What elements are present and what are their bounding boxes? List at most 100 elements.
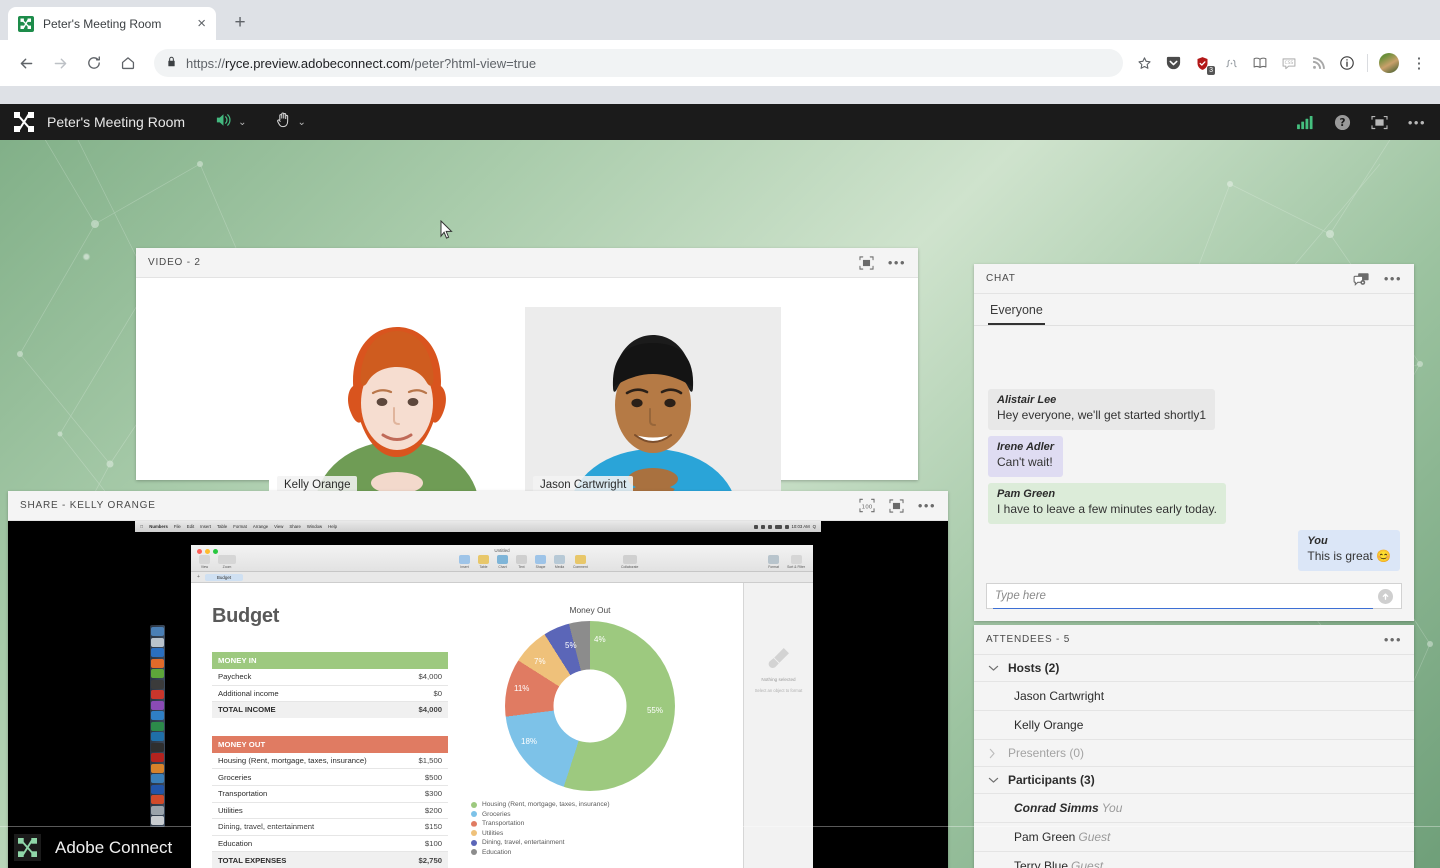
info-circle-icon[interactable] [1338, 54, 1356, 72]
zoom-level-icon[interactable]: 100 [859, 498, 875, 513]
table-header: MONEY OUT [212, 736, 448, 753]
menu-item-table[interactable]: Table [217, 524, 227, 529]
menu-item-arrange[interactable]: Arrange [253, 524, 268, 529]
dock-app-icon[interactable] [151, 732, 164, 741]
menu-item-window[interactable]: Window [307, 524, 322, 529]
insert-tool[interactable]: Insert [459, 555, 470, 569]
attendee-row[interactable]: Kelly Orange [974, 711, 1414, 740]
dock-app-icon[interactable] [151, 690, 164, 699]
menu-item-file[interactable]: File [174, 524, 181, 529]
css-viewer-icon[interactable]: CSS [1280, 54, 1298, 72]
menu-item-numbers[interactable]: Numbers [149, 524, 168, 529]
dock-app-icon[interactable] [151, 638, 164, 647]
shape-tool[interactable]: Shape [535, 555, 546, 569]
chat-input-container[interactable] [986, 583, 1402, 609]
fullscreen-icon[interactable] [1371, 115, 1388, 130]
tab-close-icon[interactable]: × [197, 16, 206, 31]
menu-item-format[interactable]: Format [233, 524, 247, 529]
ublock-origin-icon[interactable]: 3 [1193, 54, 1211, 72]
browser-tab[interactable]: Peter's Meeting Room × [8, 7, 216, 40]
attendee-group-hosts[interactable]: Hosts (2) [974, 655, 1414, 682]
tab-everyone[interactable]: Everyone [988, 300, 1045, 325]
expand-icon[interactable] [859, 256, 874, 270]
spotlight-icon[interactable]: Q [813, 524, 816, 529]
dock-app-icon[interactable] [151, 795, 164, 804]
more-options-icon[interactable]: ••• [1384, 633, 1402, 646]
attendee-role: You [1102, 801, 1123, 815]
rss-feed-icon[interactable] [1309, 54, 1327, 72]
video-tile[interactable]: Kelly Orange [269, 307, 525, 503]
connection-status-icon[interactable] [1297, 115, 1314, 130]
attendee-group-participants[interactable]: Participants (3) [974, 767, 1414, 794]
back-button[interactable] [12, 49, 40, 77]
view-tool[interactable]: View [199, 555, 210, 569]
reload-button[interactable] [80, 49, 108, 77]
sheet-tab-budget[interactable]: Budget [205, 574, 243, 581]
comment-tool[interactable]: Comment [573, 555, 588, 569]
message-author: Alistair Lee [997, 394, 1206, 406]
bookmark-star-icon[interactable] [1135, 54, 1153, 72]
forward-button[interactable] [46, 49, 74, 77]
code-brackets-icon[interactable] [1222, 54, 1240, 72]
more-options-icon[interactable]: ••• [1384, 272, 1402, 285]
new-tab-button[interactable]: + [226, 9, 254, 37]
menu-item-help[interactable]: Help [328, 524, 337, 529]
slice-label-dining: 5% [565, 641, 577, 650]
dock-app-icon[interactable] [151, 680, 164, 689]
speaker-control[interactable]: ⌄ [215, 112, 246, 133]
profile-avatar[interactable] [1379, 53, 1399, 73]
raise-hand-control[interactable]: ⌄ [276, 111, 305, 133]
attendee-row[interactable]: Jason Cartwright [974, 682, 1414, 711]
menu-item-insert[interactable]: Insert [200, 524, 211, 529]
dictionary-icon[interactable] [1251, 54, 1269, 72]
url-bar[interactable]: https://ryce.preview.adobeconnect.com/pe… [154, 49, 1123, 77]
dock-app-icon[interactable] [151, 774, 164, 783]
dock-trash-icon[interactable] [151, 816, 164, 825]
menu-item-view[interactable]: View [274, 524, 283, 529]
attendee-group-presenters[interactable]: Presenters (0) [974, 740, 1414, 767]
format-tool[interactable]: Format [768, 555, 779, 569]
browser-menu-button[interactable]: ⋮ [1410, 54, 1428, 72]
shared-screen[interactable]:  Numbers File Edit Insert Table Format … [8, 521, 948, 868]
zoom-tool[interactable]: Zoom [218, 555, 236, 569]
menu-item-edit[interactable]: Edit [187, 524, 194, 529]
dock-app-icon[interactable] [151, 669, 164, 678]
send-arrow-icon[interactable] [1378, 589, 1393, 604]
chat-input[interactable] [995, 590, 1378, 602]
apple-menu-icon[interactable]:  [140, 524, 143, 529]
speaker-chevron-down-icon[interactable]: ⌄ [238, 117, 246, 128]
money-out-chart[interactable]: Money Out 55% 18% 11% 7% 5% 4% [465, 605, 715, 856]
more-options-icon[interactable]: ••• [1408, 116, 1426, 129]
media-tool[interactable]: Media [554, 555, 565, 569]
share-pod-actions: 100 ••• [859, 498, 936, 513]
dock-app-icon[interactable] [151, 627, 164, 636]
new-chat-icon[interactable] [1353, 272, 1370, 286]
dock-app-icon[interactable] [151, 743, 164, 752]
more-options-icon[interactable]: ••• [918, 499, 936, 512]
table-row: Housing (Rent, mortgage, taxes, insuranc… [212, 753, 448, 769]
dock-app-icon[interactable] [151, 648, 164, 657]
dock-app-icon[interactable] [151, 701, 164, 710]
dock-app-icon[interactable] [151, 785, 164, 794]
sort-filter-tool[interactable]: Sort & Filter [787, 555, 805, 569]
add-sheet-icon[interactable]: + [197, 574, 200, 580]
hand-chevron-down-icon[interactable]: ⌄ [297, 117, 305, 128]
menu-item-share[interactable]: Share [289, 524, 300, 529]
dock-app-icon[interactable] [151, 753, 164, 762]
help-icon[interactable]: ? [1334, 114, 1351, 131]
chart-tool[interactable]: Chart [497, 555, 508, 569]
attendee-row[interactable]: Conrad SimmsYou [974, 794, 1414, 823]
expand-icon[interactable] [889, 499, 904, 513]
dock-app-icon[interactable] [151, 722, 164, 731]
collaborate-tool[interactable]: Collaborate [621, 555, 638, 569]
table-tool[interactable]: Table [478, 555, 489, 569]
dock-app-icon[interactable] [151, 711, 164, 720]
dock-app-icon[interactable] [151, 764, 164, 773]
video-tile[interactable]: Jason Cartwright [525, 307, 781, 503]
home-button[interactable] [114, 49, 142, 77]
more-options-icon[interactable]: ••• [888, 256, 906, 269]
text-tool[interactable]: Text [516, 555, 527, 569]
dock-app-icon[interactable] [151, 806, 164, 815]
pocket-icon[interactable] [1164, 54, 1182, 72]
dock-app-icon[interactable] [151, 659, 164, 668]
